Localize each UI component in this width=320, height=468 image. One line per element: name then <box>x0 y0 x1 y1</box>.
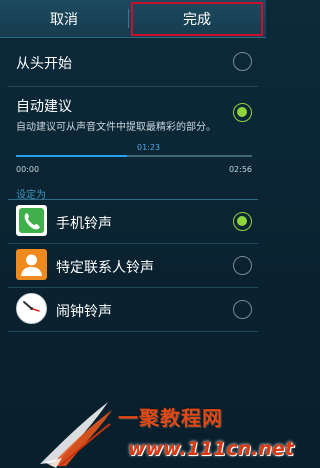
alarm-ringtone-radio[interactable] <box>233 300 252 319</box>
divider <box>8 331 258 332</box>
option-from-start[interactable]: 从头开始 <box>0 38 266 86</box>
set-as-item-label: 手机铃声 <box>56 216 112 232</box>
watermark-title: 一聚教程网 <box>118 406 223 430</box>
set-as-item-alarm-ringtone[interactable]: 闹钟铃声 <box>0 288 266 330</box>
phone-icon <box>16 205 47 236</box>
auto-suggest-description: 自动建议可从声音文件中提取最精彩的部分。 <box>16 122 216 133</box>
option-from-start-label: 从头开始 <box>16 56 72 72</box>
from-start-radio[interactable] <box>233 52 252 71</box>
contact-ringtone-radio[interactable] <box>233 256 252 275</box>
phone-ringtone-radio[interactable] <box>233 212 252 231</box>
current-time: 01:23 <box>137 143 161 152</box>
contact-icon <box>16 249 47 280</box>
start-time: 00:00 <box>16 165 40 174</box>
auto-suggest-radio[interactable] <box>233 103 252 122</box>
playback-progress-fill <box>16 155 127 157</box>
action-bar: 取消 完成 <box>0 0 266 38</box>
set-as-item-phone-ringtone[interactable]: 手机铃声 <box>0 200 266 242</box>
watermark-url: www.111cn.net <box>128 438 294 460</box>
end-time: 02:56 <box>228 165 252 174</box>
set-as-item-label: 特定联系人铃声 <box>56 260 154 276</box>
action-divider <box>128 9 129 28</box>
cancel-button[interactable]: 取消 <box>0 0 128 38</box>
set-as-item-label: 闹钟铃声 <box>56 304 112 320</box>
option-auto-suggest-label: 自动建议 <box>16 99 72 115</box>
done-button[interactable]: 完成 <box>131 2 263 36</box>
set-as-item-contact-ringtone[interactable]: 特定联系人铃声 <box>0 244 266 286</box>
clock-icon <box>15 292 48 325</box>
playback-seekbar[interactable] <box>16 155 252 157</box>
